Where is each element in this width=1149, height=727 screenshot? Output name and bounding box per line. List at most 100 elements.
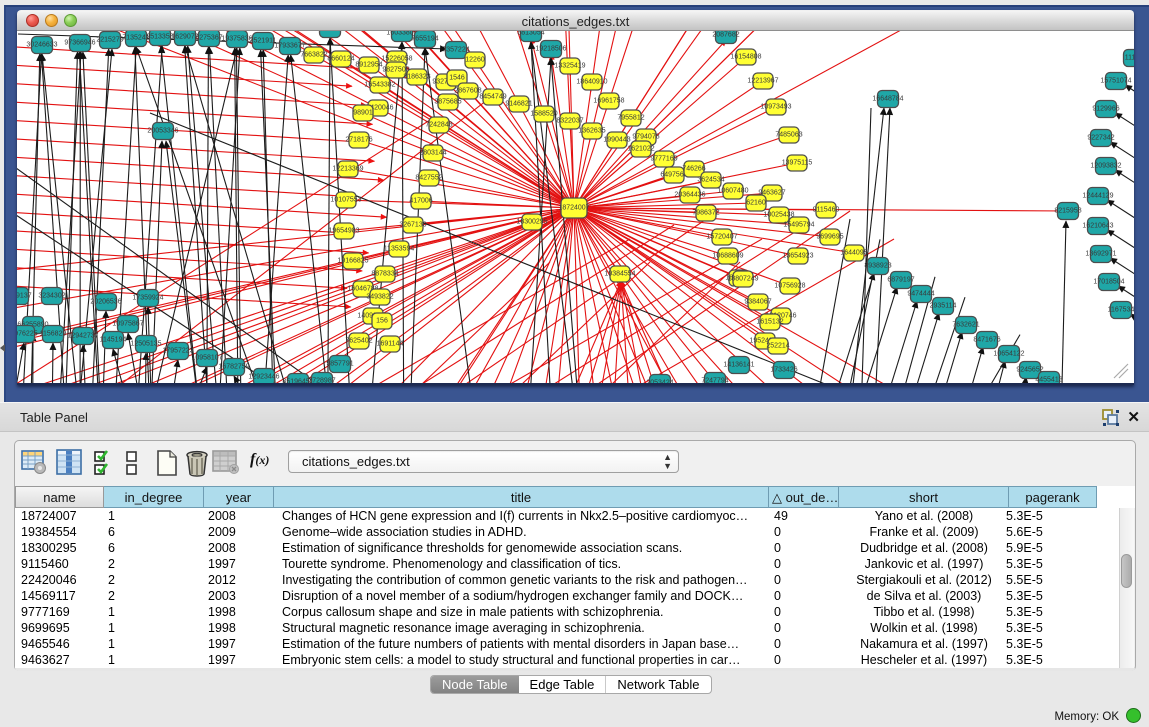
svg-text:7357224: 7357224 xyxy=(442,47,469,54)
svg-text:20206536: 20206536 xyxy=(90,299,121,306)
svg-text:10107553: 10107553 xyxy=(330,197,361,204)
svg-text:10654122: 10654122 xyxy=(993,351,1024,358)
svg-text:9827508: 9827508 xyxy=(382,67,409,74)
svg-text:16154808: 16154808 xyxy=(730,54,761,61)
svg-text:1546: 1546 xyxy=(449,75,465,82)
svg-text:8215958: 8215958 xyxy=(1054,208,1081,215)
svg-text:10607480: 10607480 xyxy=(717,188,748,195)
svg-text:7663822: 7663822 xyxy=(300,52,327,59)
svg-text:15495794: 15495794 xyxy=(783,222,814,229)
svg-text:4709137: 4709137 xyxy=(17,293,32,300)
svg-text:8813054: 8813054 xyxy=(517,31,544,37)
svg-text:9227342: 9227342 xyxy=(1087,135,1114,142)
svg-text:17018504: 17018504 xyxy=(1093,279,1124,286)
svg-text:9474444: 9474444 xyxy=(907,291,934,298)
svg-text:62160: 62160 xyxy=(746,200,766,207)
svg-text:12213369: 12213369 xyxy=(332,166,363,173)
svg-text:17359924: 17359924 xyxy=(132,295,163,302)
svg-text:8912954: 8912954 xyxy=(355,62,382,69)
svg-text:1588520: 1588520 xyxy=(530,111,557,118)
svg-text:10025438: 10025438 xyxy=(763,212,794,219)
svg-text:9146821: 9146821 xyxy=(505,101,532,108)
svg-text:9794078: 9794078 xyxy=(632,134,659,141)
svg-text:10973493: 10973493 xyxy=(760,104,791,111)
svg-text:2215279: 2215279 xyxy=(96,37,123,44)
svg-text:8186323: 8186323 xyxy=(403,74,430,81)
svg-text:30246633: 30246633 xyxy=(26,42,57,49)
svg-text:1621022: 1621022 xyxy=(627,146,654,153)
svg-text:20364436: 20364436 xyxy=(674,192,705,199)
svg-text:1167534: 1167534 xyxy=(1108,307,1134,314)
svg-text:8660124: 8660124 xyxy=(327,56,354,63)
svg-text:10975867: 10975867 xyxy=(112,321,143,328)
svg-text:12213967: 12213967 xyxy=(747,78,778,85)
svg-text:7655194: 7655194 xyxy=(411,36,438,43)
svg-text:1990443: 1990443 xyxy=(603,137,630,144)
svg-text:11353594: 11353594 xyxy=(384,246,415,253)
svg-text:13654923: 13654923 xyxy=(782,253,813,260)
svg-text:17933677: 17933677 xyxy=(274,43,305,50)
svg-text:8938923: 8938923 xyxy=(864,263,891,270)
svg-text:11123: 11123 xyxy=(1125,55,1134,62)
svg-text:12505135: 12505135 xyxy=(130,341,161,348)
svg-text:18724007: 18724007 xyxy=(558,205,589,212)
svg-text:8275367: 8275367 xyxy=(195,35,222,42)
svg-text:20053346: 20053346 xyxy=(147,128,178,135)
svg-text:2803144: 2803144 xyxy=(419,150,446,157)
svg-text:15720407: 15720407 xyxy=(706,234,737,241)
svg-text:15751074: 15751074 xyxy=(1100,78,1131,85)
svg-text:19384554: 19384554 xyxy=(604,271,635,278)
svg-text:19218506: 19218506 xyxy=(535,46,566,53)
svg-text:1156829: 1156829 xyxy=(40,331,67,338)
svg-text:3234302: 3234302 xyxy=(38,293,65,300)
svg-text:7485063: 7485063 xyxy=(775,132,802,139)
svg-text:8471676: 8471676 xyxy=(973,337,1000,344)
svg-text:97366946: 97366946 xyxy=(64,40,95,47)
svg-text:12923446: 12923446 xyxy=(248,374,279,381)
svg-text:8322037: 8322037 xyxy=(556,118,583,125)
svg-text:2087682: 2087682 xyxy=(712,32,739,39)
svg-text:4745328: 4745328 xyxy=(316,31,343,33)
svg-text:9115460: 9115460 xyxy=(813,207,840,214)
svg-text:7242848: 7242848 xyxy=(425,122,452,129)
svg-text:7955812: 7955812 xyxy=(617,115,644,122)
svg-text:12260: 12260 xyxy=(465,57,485,64)
svg-text:3493822: 3493822 xyxy=(366,294,393,301)
svg-text:3624534: 3624534 xyxy=(697,177,724,184)
svg-text:14136141: 14136141 xyxy=(723,362,754,369)
svg-text:9777169: 9777169 xyxy=(650,156,677,163)
svg-text:9857791: 9857791 xyxy=(326,361,353,368)
svg-text:1644095: 1644095 xyxy=(840,250,867,257)
svg-text:13975115: 13975115 xyxy=(782,160,813,167)
svg-text:8878334: 8878334 xyxy=(371,271,398,278)
svg-text:16543382: 16543382 xyxy=(364,82,395,89)
svg-text:9129966: 9129966 xyxy=(1092,106,1119,113)
svg-text:10756928: 10756928 xyxy=(774,283,805,290)
svg-text:16210643: 16210643 xyxy=(1082,223,1113,230)
svg-text:16961758: 16961758 xyxy=(593,98,624,105)
svg-text:18300295: 18300295 xyxy=(516,219,547,226)
svg-text:10958107: 10958107 xyxy=(191,355,222,362)
svg-text:156: 156 xyxy=(376,318,388,325)
svg-text:19166825: 19166825 xyxy=(337,258,368,265)
svg-text:12444129: 12444129 xyxy=(1082,193,1113,200)
svg-text:1615132: 1615132 xyxy=(756,319,783,326)
svg-text:6879197: 6879197 xyxy=(887,277,914,284)
svg-text:1145194: 1145194 xyxy=(100,337,127,344)
svg-text:1691144: 1691144 xyxy=(377,341,404,348)
svg-text:13692971: 13692971 xyxy=(1085,251,1116,258)
svg-text:13325419: 13325419 xyxy=(554,63,585,70)
svg-text:2976225: 2976225 xyxy=(17,331,38,338)
svg-text:19375836: 19375836 xyxy=(221,36,252,43)
svg-text:417006: 417006 xyxy=(409,198,432,205)
svg-text:12942737: 12942737 xyxy=(67,333,98,340)
svg-text:98901: 98901 xyxy=(353,110,373,117)
svg-text:2521911: 2521911 xyxy=(250,38,277,45)
svg-text:18640910: 18640910 xyxy=(576,79,607,86)
svg-text:1362635: 1362635 xyxy=(578,128,605,135)
svg-text:2935114: 2935114 xyxy=(930,303,957,310)
svg-text:7986372: 7986372 xyxy=(692,210,719,217)
svg-text:3875685: 3875685 xyxy=(434,99,461,106)
svg-text:8427552: 8427552 xyxy=(415,175,442,182)
svg-text:3267130: 3267130 xyxy=(399,222,426,229)
